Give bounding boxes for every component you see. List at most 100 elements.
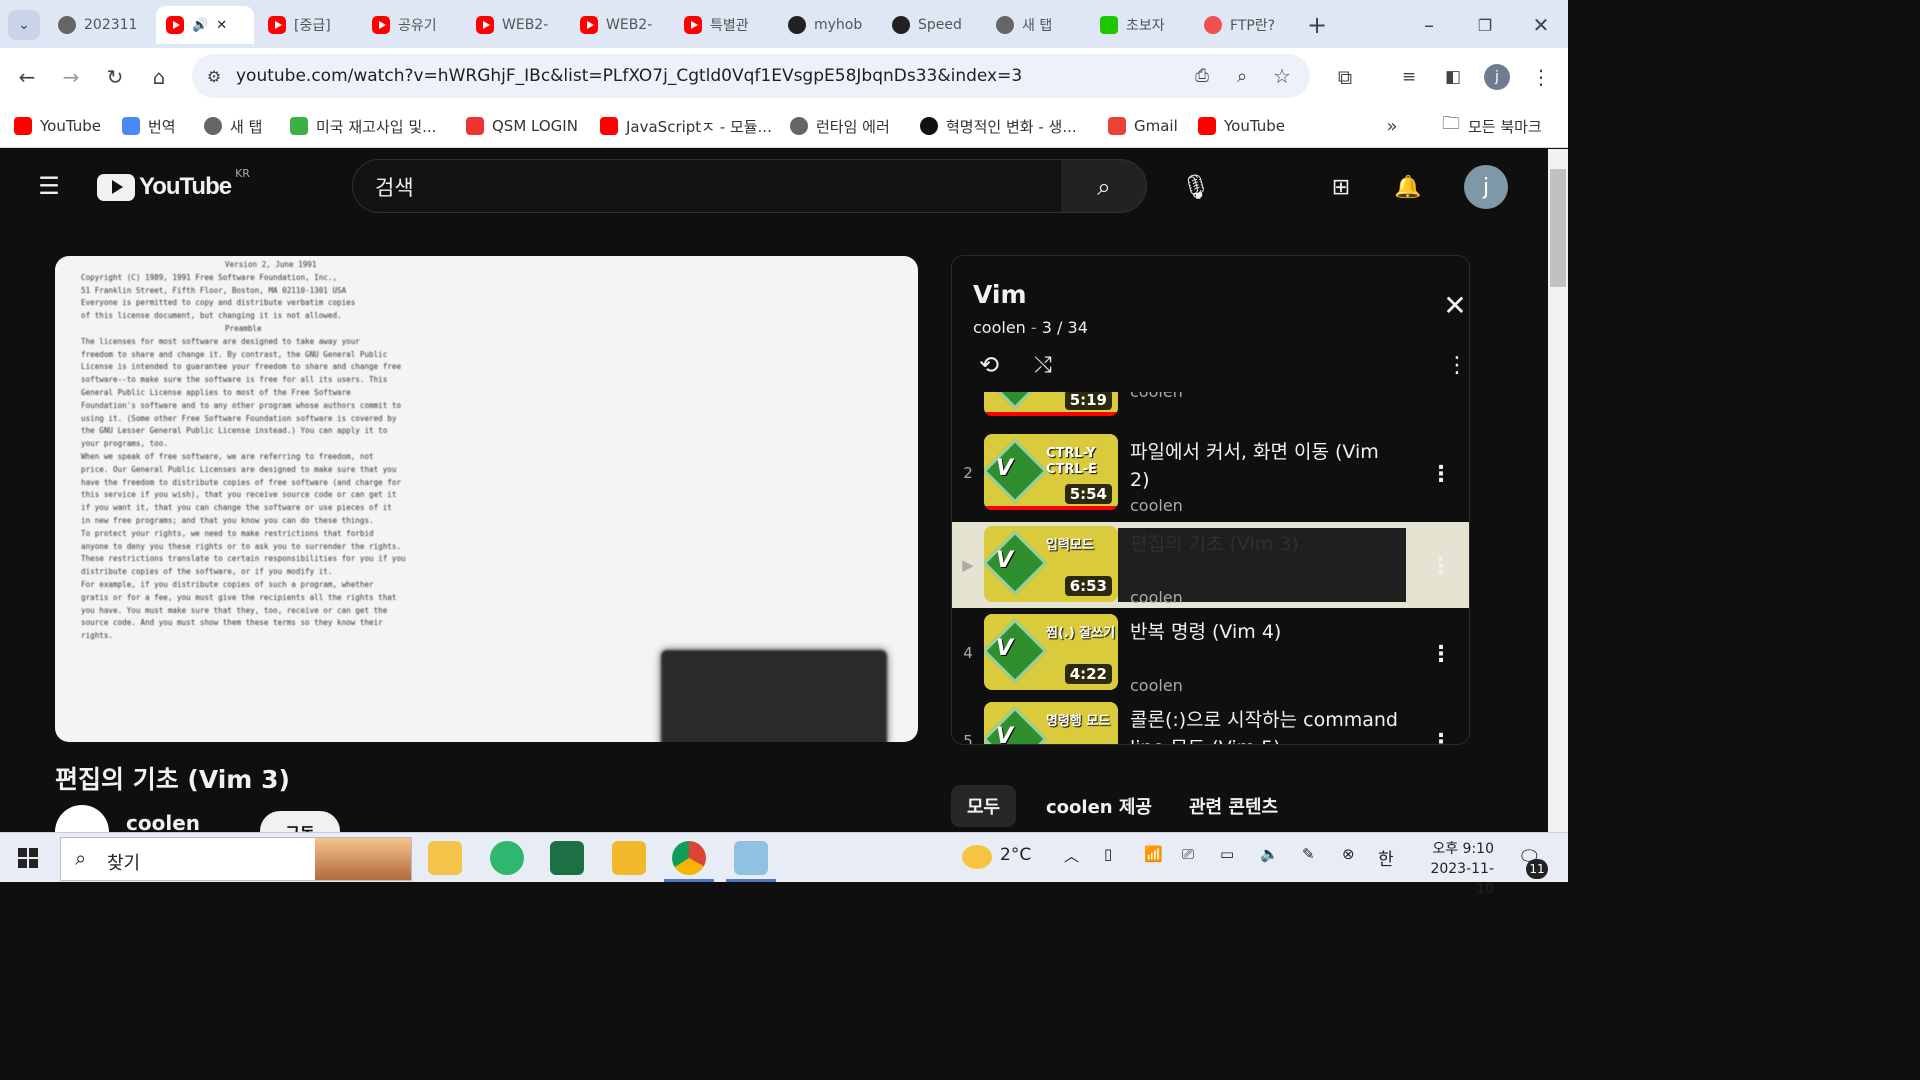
side-panel-icon[interactable]: ◧ (1438, 62, 1468, 92)
pen-icon[interactable]: ✎ (1302, 845, 1315, 863)
video-thumbnail[interactable]: V 입력모드 6:53 (984, 526, 1118, 602)
more-bookmarks-icon[interactable]: » (1380, 114, 1404, 138)
shuffle-playlist-icon[interactable]: ⤭ (1026, 350, 1060, 380)
playlist-item[interactable]: 2 V CTRL-Y CTRL-E 5:54 파일에서 커서, 화면 이동 (Vim 2… (952, 430, 1469, 516)
taskbar-search-box[interactable]: ⌕ 찾기 (60, 837, 412, 881)
playlist-title[interactable]: Vim (973, 280, 1027, 309)
video-player[interactable]: Version 2, June 1991 Copyright (C) 1989, … (55, 256, 918, 742)
clock[interactable]: 오후 9:10 2023-11-10 (1414, 839, 1494, 899)
weather-icon[interactable] (962, 845, 992, 869)
bookmark-9[interactable]: YouTube (1198, 114, 1285, 138)
file-explorer-icon[interactable] (428, 841, 462, 875)
playlist-item-title[interactable]: 반복 명령 (Vim 4) (1130, 618, 1400, 646)
electron-app-icon[interactable] (490, 841, 524, 875)
tray-device-icon[interactable]: ▯ (1104, 845, 1112, 863)
bookmark-2[interactable]: 새 탭 (204, 114, 262, 138)
reload-icon[interactable]: ↻ (100, 62, 130, 92)
playlist-menu-icon[interactable]: ⋮ (1442, 350, 1469, 380)
tab-7[interactable]: myhob (778, 6, 878, 44)
playlist-item[interactable]: 4 V 찜(.) 잘쓰기 4:22 반복 명령 (Vim 4) coolen ⋮ (952, 610, 1469, 696)
playlist-item[interactable]: V5:19 coolen ⋮ (952, 392, 1469, 422)
extensions-icon[interactable]: ⧉ (1330, 62, 1360, 92)
filter-chip[interactable]: 관련 콘텐츠 (1173, 785, 1294, 827)
ime-indicator[interactable]: 한 (1378, 845, 1394, 870)
excel-icon[interactable] (550, 841, 584, 875)
wifi-icon[interactable]: 📶 (1144, 845, 1163, 863)
loop-playlist-icon[interactable]: ⟲ (972, 350, 1006, 380)
bookmark-8[interactable]: Gmail (1108, 114, 1178, 138)
tab-2[interactable]: [중급] (258, 6, 358, 44)
bookmark-7[interactable]: 혁명적인 변화 - 생... (920, 114, 1077, 138)
profile-avatar[interactable]: j (1484, 64, 1510, 90)
playlist-item[interactable]: ▶ V 입력모드 6:53 편집의 기초 (Vim 3) coolen ⋮ (952, 522, 1469, 608)
hamburger-menu-icon[interactable]: ☰ (34, 171, 64, 201)
close-window-button[interactable]: ✕ (1526, 10, 1556, 40)
new-tab-button[interactable]: + (1302, 10, 1332, 40)
playlist-item-title[interactable]: 편집의 기초 (Vim 3) (1130, 530, 1400, 558)
address-bar[interactable]: ⚙ youtube.com/watch?v=hWRGhjF_IBc&list=P… (192, 54, 1310, 98)
close-playlist-icon[interactable]: ✕ (1440, 289, 1469, 322)
bookmark-3[interactable]: 미국 재고사입 및... (290, 114, 436, 138)
tab-6[interactable]: 특별관 (674, 6, 774, 44)
bookmark-1[interactable]: 번역 (122, 114, 176, 138)
bookmark-5[interactable]: JavaScriptㅈ - 모듈... (600, 114, 772, 138)
install-app-icon[interactable]: ⎙ (1188, 62, 1216, 90)
bookmark-0[interactable]: YouTube (14, 114, 101, 138)
account-avatar[interactable]: j (1464, 165, 1508, 209)
channel-avatar[interactable] (55, 805, 109, 832)
tab-0[interactable]: 202311 (48, 6, 148, 44)
search-input[interactable]: 검색 (352, 159, 1062, 213)
address-url[interactable]: youtube.com/watch?v=hWRGhjF_IBc&list=PLf… (236, 66, 1022, 86)
video-thumbnail[interactable]: V 명령행 모드 (984, 702, 1118, 744)
item-menu-icon[interactable]: ⋮ (1430, 392, 1452, 393)
video-thumbnail[interactable]: V5:19 (984, 392, 1118, 416)
playlist-item[interactable]: 5 V 명령행 모드 콜론(:)으로 시작하는 command line 모드 (Vi… (952, 698, 1469, 744)
forward-icon[interactable]: → (56, 62, 86, 92)
item-menu-icon[interactable]: ⋮ (1430, 730, 1452, 744)
notifications-bell-icon[interactable]: 🔔 (1392, 171, 1424, 203)
close-circle-icon[interactable]: ⊗ (1342, 845, 1355, 863)
playlist-item-title[interactable]: 콜론(:)으로 시작하는 command line 모드 (Vim 5) (1130, 706, 1400, 744)
all-bookmarks-folder[interactable]: 🗀 모든 북마크 (1442, 113, 1542, 138)
tab-5[interactable]: WEB2- (570, 6, 670, 44)
screen-capture-icon[interactable]: ⎚ (1182, 845, 1194, 863)
item-menu-icon[interactable]: ⋮ (1430, 642, 1452, 667)
tab-9[interactable]: 새 탭 (986, 6, 1086, 44)
audio-playing-icon[interactable]: 🔊 (192, 18, 208, 33)
restore-button[interactable]: ❐ (1470, 10, 1500, 40)
subscribe-button[interactable]: 구독 (260, 811, 340, 832)
back-icon[interactable]: ← (12, 62, 42, 92)
tab-11[interactable]: FTP란? (1194, 6, 1294, 44)
chrome-icon[interactable] (672, 841, 706, 875)
bookmark-6[interactable]: 런타임 에러 (790, 114, 890, 138)
browser-menu-icon[interactable]: ⋮ (1526, 62, 1556, 92)
video-thumbnail[interactable]: V CTRL-Y CTRL-E 5:54 (984, 434, 1118, 510)
tab-10[interactable]: 초보자 (1090, 6, 1190, 44)
tab-8[interactable]: Speed (882, 6, 982, 44)
bookmark-4[interactable]: QSM LOGIN (466, 114, 578, 138)
minimize-button[interactable]: – (1414, 10, 1444, 40)
item-menu-icon[interactable]: ⋮ (1430, 462, 1452, 487)
site-info-icon[interactable]: ⚙ (200, 62, 228, 90)
notepad-icon[interactable] (734, 841, 768, 875)
tab-search-button[interactable]: ⌄ (8, 10, 40, 40)
tab-4[interactable]: WEB2- (466, 6, 566, 44)
close-tab-icon[interactable]: ✕ (216, 18, 227, 33)
filter-chip[interactable]: coolen 제공 (1030, 785, 1168, 827)
notes-app-icon[interactable] (612, 841, 646, 875)
tab-3[interactable]: 공유기 (362, 6, 462, 44)
create-video-icon[interactable]: ⊞ (1324, 171, 1358, 203)
home-icon[interactable]: ⌂ (144, 62, 174, 92)
tab-1[interactable]: 🔊 ✕ (156, 6, 254, 44)
windows-start-icon[interactable] (18, 848, 38, 868)
page-scrollbar-thumb[interactable] (1550, 169, 1566, 287)
playlist-channel[interactable]: coolen (973, 318, 1026, 337)
voice-search-icon[interactable]: 🎙 (1180, 171, 1212, 203)
channel-name[interactable]: coolen (126, 811, 200, 832)
media-control-icon[interactable]: ≡ (1394, 62, 1424, 92)
playlist-item-title[interactable]: 파일에서 커서, 화면 이동 (Vim 2) (1130, 438, 1400, 494)
zoom-icon[interactable]: ⌕ (1228, 62, 1256, 90)
youtube-logo[interactable]: YouTube KR (97, 167, 250, 201)
video-thumbnail[interactable]: V 찜(.) 잘쓰기 4:22 (984, 614, 1118, 690)
filter-chip[interactable]: 모두 (951, 785, 1017, 827)
